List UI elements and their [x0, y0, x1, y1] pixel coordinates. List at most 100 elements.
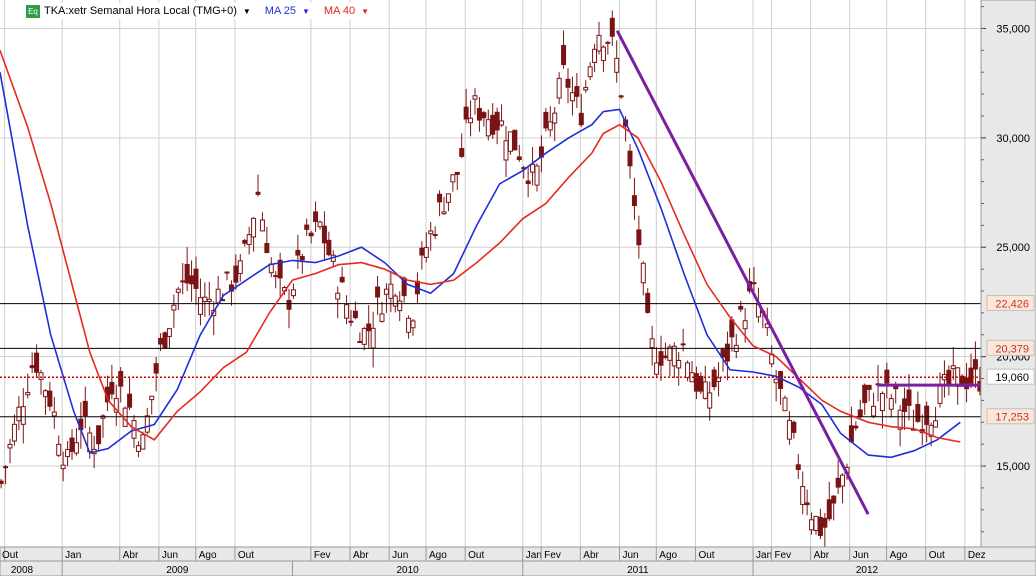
candle-body	[857, 409, 863, 417]
candle-body	[135, 445, 141, 452]
candle-body	[503, 140, 509, 161]
candle-body	[924, 405, 930, 425]
equity-badge-icon: Eq	[26, 4, 40, 18]
candle-body	[273, 275, 279, 278]
candle-body	[3, 466, 9, 469]
candle-body	[605, 41, 611, 44]
candle-body	[835, 477, 841, 488]
ma40-dropdown-arrow-icon[interactable]: ▼	[361, 7, 369, 16]
candle-body	[751, 282, 757, 285]
candle-body	[826, 499, 832, 520]
candle-body	[609, 17, 615, 37]
candle-body	[38, 372, 44, 380]
x-year-label: 2012	[856, 565, 879, 576]
candle-body	[29, 365, 35, 369]
candle-body	[379, 313, 385, 322]
candle-body	[56, 443, 62, 456]
candle-body	[357, 341, 363, 344]
x-month-label: Ago	[659, 550, 677, 561]
legend-symbol[interactable]: TKA:xetr Semanal Hora Local (TMG+0)	[44, 5, 237, 17]
candle-body	[649, 338, 655, 349]
x-axis: Out Jan Abr Jun Ago Out Fev Abr Jun Ago Out Jan Fev A…	[0, 546, 1036, 576]
candle-body	[724, 343, 730, 362]
candle-body	[871, 405, 877, 417]
candle-body	[738, 305, 744, 310]
candle-body	[158, 338, 164, 345]
candle-body	[313, 211, 319, 223]
candle-body	[140, 434, 146, 450]
candle-body	[73, 442, 79, 454]
legend-ma40[interactable]: MA 40	[324, 5, 355, 17]
candle-body	[344, 304, 350, 319]
candle-body	[299, 255, 305, 261]
candle-body	[822, 517, 828, 528]
candle-body	[197, 297, 203, 315]
candle-body	[264, 243, 270, 254]
candle-body	[680, 343, 686, 346]
candle-body	[463, 106, 469, 120]
candle-body	[853, 425, 859, 429]
candle-body	[716, 377, 722, 382]
candle-body	[233, 265, 239, 283]
candle-body	[906, 389, 912, 406]
x-month-label: Jan	[65, 550, 81, 561]
candle-body	[423, 247, 429, 258]
candle-body	[481, 112, 487, 119]
candle-body	[454, 171, 460, 175]
x-year-label: 2009	[166, 565, 189, 576]
x-year-label: 2011	[627, 565, 649, 576]
candle-body	[206, 298, 212, 303]
y-tick-label: 30,000	[996, 133, 1030, 145]
candle-body	[711, 369, 717, 388]
candle-body	[162, 332, 168, 349]
candle-body	[676, 359, 682, 369]
candle-body	[547, 121, 553, 131]
candle-body	[317, 221, 323, 228]
candle-body	[698, 375, 704, 392]
x-month-label: Fev	[544, 550, 561, 561]
ma25-dropdown-arrow-icon[interactable]: ▼	[302, 7, 310, 16]
legend-ma25[interactable]: MA 25	[265, 5, 296, 17]
candle-body	[556, 77, 562, 99]
candle-body	[118, 371, 124, 387]
candle-body	[840, 474, 846, 487]
candle-body	[184, 264, 190, 284]
candle-body	[25, 392, 31, 396]
level-tag-label: 20,379	[995, 343, 1029, 355]
candle-body	[685, 362, 691, 379]
candle-body	[149, 395, 155, 401]
candle-body	[707, 392, 713, 409]
x-month-label: Fev	[314, 550, 331, 561]
candle-body	[667, 346, 673, 361]
candle-body	[640, 262, 646, 284]
y-tick-label: 25,000	[996, 242, 1030, 254]
candle-body	[512, 129, 518, 151]
candle-body	[494, 111, 500, 131]
candle-body	[410, 320, 416, 329]
price-chart[interactable]: 35,00030,00025,00020,00015,00022,42620,3…	[0, 0, 1036, 576]
candle-body	[596, 34, 602, 52]
x-month-label: Jun	[162, 550, 178, 561]
candle-body	[654, 362, 660, 375]
candle-body	[848, 425, 854, 443]
candle-body	[964, 377, 970, 390]
candle-body	[406, 317, 412, 333]
candle-body	[795, 464, 801, 470]
candle-body	[153, 363, 159, 374]
candle-body	[565, 78, 571, 88]
candle-body	[388, 283, 394, 299]
x-month-label: Abr	[123, 550, 139, 561]
candle-body	[459, 148, 465, 157]
x-year-label: 2008	[11, 565, 34, 576]
candle-body	[34, 352, 40, 373]
candle-body	[20, 406, 26, 425]
y-tick-label: 35,000	[996, 23, 1030, 35]
symbol-dropdown-arrow-icon[interactable]: ▼	[243, 7, 251, 16]
candle-body	[96, 425, 102, 445]
candle-body	[507, 131, 513, 152]
candle-body	[902, 398, 908, 412]
candle-body	[308, 232, 314, 237]
candle-body	[171, 304, 177, 311]
candle-body	[862, 384, 868, 404]
candle-body	[525, 180, 531, 185]
